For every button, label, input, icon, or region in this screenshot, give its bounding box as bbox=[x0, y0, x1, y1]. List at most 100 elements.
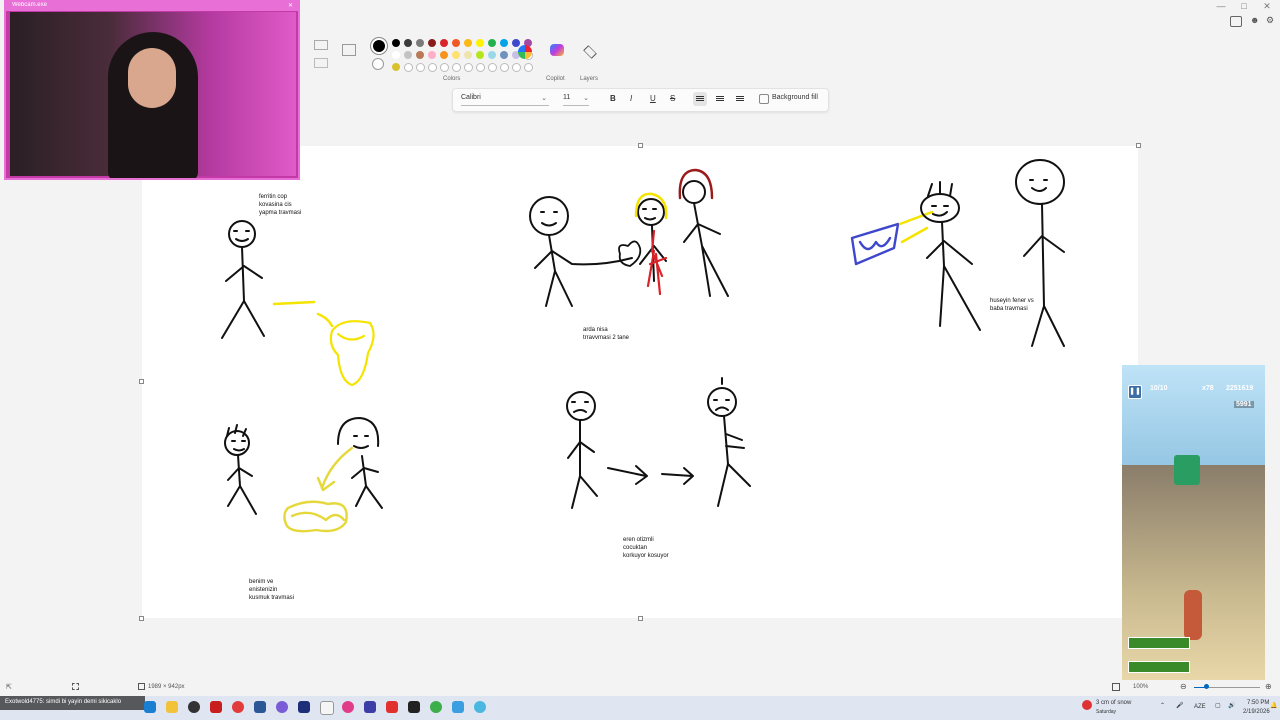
file-explorer-icon[interactable] bbox=[166, 701, 178, 713]
after-effects-icon[interactable] bbox=[298, 701, 310, 713]
color-swatch[interactable] bbox=[464, 39, 472, 47]
edge-icon[interactable] bbox=[144, 701, 156, 713]
acrobat-icon[interactable] bbox=[210, 701, 222, 713]
app-icon-2[interactable] bbox=[276, 701, 288, 713]
pause-button[interactable]: ❚❚ bbox=[1128, 385, 1142, 399]
color-swatch[interactable] bbox=[440, 51, 448, 59]
align-left-button[interactable] bbox=[693, 92, 707, 106]
color-swatch[interactable] bbox=[524, 63, 533, 72]
color-swatch[interactable] bbox=[500, 63, 509, 72]
color-swatch[interactable] bbox=[488, 63, 497, 72]
resize-handle-top[interactable] bbox=[638, 143, 643, 148]
edit-colors-icon[interactable] bbox=[518, 45, 532, 59]
clock-date[interactable]: 2/19/2026 bbox=[1243, 709, 1270, 715]
account-icon[interactable]: ☻ bbox=[1250, 15, 1259, 25]
color-swatch[interactable] bbox=[476, 63, 485, 72]
notification-bell-icon[interactable]: 🔔 bbox=[1270, 702, 1277, 709]
align-right-button[interactable] bbox=[733, 92, 747, 106]
color-swatch[interactable] bbox=[416, 39, 424, 47]
color-swatch[interactable] bbox=[452, 39, 460, 47]
color-swatch[interactable] bbox=[416, 63, 425, 72]
resize-handle-left[interactable] bbox=[139, 379, 144, 384]
resize-handle-top-right[interactable] bbox=[1136, 143, 1141, 148]
color-swatch[interactable] bbox=[452, 51, 460, 59]
weather-icon[interactable] bbox=[1082, 700, 1092, 710]
secondary-color[interactable] bbox=[372, 58, 384, 70]
font-family-select[interactable]: Calibri ⌄ bbox=[461, 94, 549, 106]
app-icon-4[interactable] bbox=[386, 701, 398, 713]
minimize-button[interactable]: — bbox=[1210, 0, 1232, 14]
color-swatch[interactable] bbox=[476, 39, 484, 47]
app-icon-1[interactable] bbox=[254, 701, 266, 713]
canvas-size: 1989 × 942px bbox=[148, 684, 185, 690]
color-swatch[interactable] bbox=[464, 63, 473, 72]
app-icon-6[interactable] bbox=[452, 701, 464, 713]
bold-button[interactable]: B bbox=[610, 94, 616, 103]
obs-icon[interactable] bbox=[188, 701, 200, 713]
background-fill-checkbox[interactable] bbox=[759, 94, 769, 104]
webcam-title: Webcam.exe bbox=[12, 2, 47, 8]
microphone-icon[interactable]: 🎤 bbox=[1176, 702, 1183, 709]
color-swatch[interactable] bbox=[512, 39, 520, 47]
close-button[interactable]: ✕ bbox=[1256, 0, 1278, 14]
stick-figure-4 bbox=[682, 180, 729, 297]
color-swatch[interactable] bbox=[452, 63, 461, 72]
document-icon[interactable] bbox=[320, 701, 334, 715]
italic-button[interactable]: I bbox=[630, 94, 632, 103]
volume-icon[interactable]: 🔊 bbox=[1228, 702, 1235, 709]
ribbon-toolbar: Colors Copilot Layers bbox=[300, 30, 1280, 88]
primary-color[interactable] bbox=[371, 38, 387, 54]
color-swatch[interactable] bbox=[404, 63, 413, 72]
language-indicator[interactable]: AZE bbox=[1194, 704, 1206, 710]
paint-canvas[interactable]: ferritin cop kovasina cis yapma travmasi… bbox=[142, 146, 1138, 618]
color-swatch[interactable] bbox=[476, 51, 484, 59]
color-swatch[interactable] bbox=[440, 39, 448, 47]
color-swatch[interactable] bbox=[428, 51, 436, 59]
color-swatch[interactable] bbox=[440, 63, 449, 72]
color-swatch[interactable] bbox=[404, 39, 412, 47]
color-swatch[interactable] bbox=[404, 51, 412, 59]
color-swatch[interactable] bbox=[428, 39, 436, 47]
size-icon[interactable] bbox=[342, 44, 356, 56]
maximize-button[interactable]: □ bbox=[1233, 0, 1255, 14]
resize-handle-bottom-left[interactable] bbox=[139, 616, 144, 621]
clock-time[interactable]: 7:50 PM bbox=[1247, 700, 1269, 706]
shapes-icon[interactable] bbox=[314, 40, 328, 50]
fit-to-window-icon[interactable] bbox=[1112, 683, 1120, 691]
network-icon[interactable]: ▢ bbox=[1215, 702, 1221, 709]
color-swatch[interactable] bbox=[428, 63, 437, 72]
layers-icon[interactable] bbox=[583, 45, 597, 59]
color-swatch[interactable] bbox=[488, 51, 496, 59]
color-swatch[interactable] bbox=[392, 51, 400, 59]
color-swatch[interactable] bbox=[416, 51, 424, 59]
weather-subtext: Saturday bbox=[1096, 709, 1117, 715]
color-swatch[interactable] bbox=[500, 51, 508, 59]
align-center-button[interactable] bbox=[713, 92, 727, 106]
color-swatch[interactable] bbox=[392, 39, 400, 47]
share-icon[interactable] bbox=[1230, 16, 1242, 27]
vpn-icon[interactable] bbox=[364, 701, 376, 713]
capcut-icon[interactable] bbox=[408, 701, 420, 713]
copilot-icon[interactable] bbox=[550, 44, 564, 56]
zoom-in-icon[interactable]: ⊕ bbox=[1265, 682, 1272, 691]
zoom-out-icon[interactable]: ⊖ bbox=[1180, 682, 1187, 691]
app-icon-3[interactable] bbox=[342, 701, 354, 713]
underline-button[interactable]: U bbox=[650, 94, 656, 103]
weather-text[interactable]: 3 cm of snow bbox=[1096, 700, 1131, 706]
record-icon[interactable] bbox=[232, 701, 244, 713]
font-size-select[interactable]: 11 ⌄ bbox=[563, 94, 589, 106]
chevron-up-icon[interactable]: ⌃ bbox=[1160, 702, 1165, 709]
outline-icon[interactable] bbox=[314, 58, 328, 68]
color-swatch[interactable] bbox=[488, 39, 496, 47]
paint-app-icon[interactable] bbox=[474, 701, 486, 713]
color-swatch[interactable] bbox=[392, 63, 400, 71]
resize-handle-bottom[interactable] bbox=[638, 616, 643, 621]
color-swatch[interactable] bbox=[464, 51, 472, 59]
strikethrough-button[interactable]: S bbox=[670, 94, 675, 103]
settings-gear-icon[interactable]: ⚙ bbox=[1266, 15, 1274, 26]
color-swatch[interactable] bbox=[500, 39, 508, 47]
zoom-level[interactable]: 100% bbox=[1133, 684, 1148, 690]
app-icon-5[interactable] bbox=[430, 701, 442, 713]
color-swatch[interactable] bbox=[512, 63, 521, 72]
zoom-slider-thumb[interactable] bbox=[1204, 684, 1209, 689]
